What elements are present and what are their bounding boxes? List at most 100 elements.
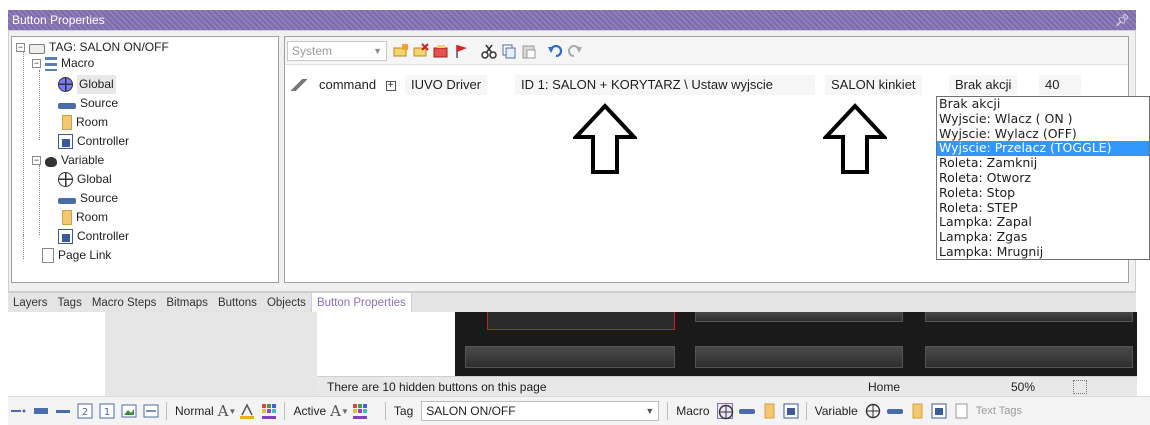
dropdown-option[interactable]: Roleta: Zamknij [937, 155, 1149, 171]
chevron-down-icon[interactable]: ▼ [229, 407, 237, 416]
paste-icon[interactable] [521, 43, 537, 59]
dropdown-option[interactable]: Wyjscie: Wylacz (OFF) [937, 126, 1149, 142]
tree-item-label: Source [80, 96, 119, 110]
source-icon[interactable] [738, 403, 755, 419]
add-step-icon[interactable] [393, 43, 409, 59]
font-a-icon[interactable]: A [330, 402, 341, 420]
toolbar-separator [805, 402, 807, 420]
tab-objects[interactable]: Objects [262, 293, 311, 313]
tab-layers[interactable]: Layers [8, 293, 53, 313]
line-style-icon[interactable] [11, 403, 27, 419]
editor-toolbar: System ▼ [285, 37, 1128, 65]
action-dropdown-list[interactable]: Brak akcji Wyjscie: Wlacz ( ON ) Wyjscie: … [936, 96, 1150, 260]
collapse-icon[interactable]: − [16, 43, 25, 52]
tree-item-macro[interactable]: − Macro [32, 54, 94, 73]
tree-item-macro-controller[interactable]: Controller [58, 132, 129, 151]
command-id-cell[interactable]: ID 1: SALON + KORYTARZ \ Ustaw wyjscie [515, 75, 815, 95]
value-cell[interactable]: 40 [1039, 75, 1081, 95]
system-combo[interactable]: System ▼ [287, 41, 387, 61]
button-size-icon[interactable] [33, 403, 49, 419]
zoom-level[interactable]: 50% [1011, 377, 1035, 397]
tag-combo[interactable]: SALON ON/OFF ▼ [421, 401, 660, 421]
expand-icon[interactable]: + [385, 80, 396, 91]
driver-cell[interactable]: IUVO Driver [405, 75, 488, 95]
collapse-icon[interactable]: − [32, 59, 41, 68]
flag-icon[interactable] [453, 43, 469, 59]
globe-icon[interactable] [716, 403, 733, 420]
tree-item-variable[interactable]: − Variable [32, 151, 104, 170]
num-2-icon[interactable]: 2 [77, 403, 93, 419]
image-icon[interactable] [121, 403, 137, 419]
collapse-icon[interactable]: − [32, 156, 41, 165]
dropdown-option[interactable]: Lampka: Zapal [937, 215, 1149, 230]
dropdown-option[interactable]: Lampka: Zgas [937, 229, 1149, 245]
text-tags-label[interactable]: Text Tags [976, 405, 1022, 417]
globe-icon [58, 77, 73, 92]
grid-icon[interactable] [1073, 380, 1087, 394]
tab-buttons[interactable]: Buttons [213, 293, 262, 313]
current-page: Home [868, 380, 901, 394]
tree-item-macro-global[interactable]: Global [58, 75, 116, 94]
variable-icon [45, 157, 57, 167]
normal-state-label: Normal [175, 404, 214, 418]
tag-icon [29, 44, 45, 54]
action-cell[interactable]: Brak akcji [949, 75, 1018, 95]
pin-icon[interactable]: 📌︎ [1115, 10, 1130, 30]
num-1-icon[interactable]: 1 [99, 403, 115, 419]
button-tile[interactable] [925, 346, 1133, 368]
tab-bitmaps[interactable]: Bitmaps [161, 293, 213, 313]
command-label[interactable]: command + [313, 75, 402, 95]
room-icon[interactable] [761, 403, 777, 419]
redo-icon[interactable] [567, 43, 583, 59]
stretch-icon[interactable] [143, 403, 159, 419]
text-color-icon[interactable] [239, 403, 255, 419]
chevron-down-icon[interactable]: ▼ [341, 407, 349, 416]
button-tile[interactable] [695, 346, 903, 368]
delete-all-icon[interactable] [433, 43, 449, 59]
tab-button-properties[interactable]: Button Properties [310, 292, 412, 313]
source-icon[interactable] [886, 403, 903, 419]
fill-color-icon[interactable] [352, 403, 368, 419]
target-cell[interactable]: SALON kinkiet [825, 75, 922, 95]
room-icon[interactable] [909, 403, 925, 419]
dropdown-option[interactable]: Brak akcji [937, 96, 1149, 112]
cut-icon[interactable] [481, 43, 497, 59]
page-icon [42, 248, 54, 263]
dropdown-option[interactable]: Wyjscie: Wlacz ( ON ) [937, 111, 1149, 127]
tree-item-variable-controller[interactable]: Controller [58, 227, 129, 246]
dropdown-option[interactable]: Roleta: Otworz [937, 170, 1149, 186]
undo-icon[interactable] [547, 43, 563, 59]
font-a-icon[interactable]: A [218, 402, 229, 420]
button-tile[interactable] [465, 346, 675, 368]
tag-tree: − TAG: SALON ON/OFF − Macro Global Sourc… [11, 36, 279, 283]
controller-icon[interactable] [931, 403, 947, 419]
tree-item-variable-global[interactable]: Global [58, 170, 112, 189]
chevron-down-icon: ▼ [645, 406, 655, 416]
thin-line-icon[interactable] [55, 403, 71, 419]
tab-tags[interactable]: Tags [53, 293, 87, 313]
dropdown-option[interactable]: Roleta: Stop [937, 185, 1149, 201]
dropdown-option[interactable]: Lampka: Mrugnij [937, 244, 1149, 260]
tree-item-variable-room[interactable]: Room [62, 208, 108, 227]
tab-macro-steps[interactable]: Macro Steps [87, 293, 162, 313]
tree-item-macro-room[interactable]: Room [62, 113, 108, 132]
tree-item-macro-source[interactable]: Source [58, 94, 118, 113]
button-tile[interactable] [925, 312, 1133, 322]
fill-color-icon[interactable] [261, 403, 277, 419]
controller-icon[interactable] [783, 403, 799, 419]
page-canvas[interactable] [455, 312, 1137, 376]
tree-item-label: Room [76, 210, 109, 224]
tree-item-page-link[interactable]: Page Link [42, 246, 111, 265]
copy-icon[interactable] [501, 43, 517, 59]
button-tile[interactable] [695, 312, 903, 322]
tree-item-label: Controller [77, 134, 130, 148]
selected-button-tile[interactable] [487, 312, 675, 330]
globe-icon[interactable] [865, 403, 881, 419]
tree-item-label: Global [77, 172, 112, 186]
dropdown-option[interactable]: Wyjscie: Przelacz (TOGGLE) [937, 141, 1149, 157]
page-icon[interactable] [953, 403, 969, 419]
canvas-gray-area [105, 312, 317, 396]
tree-item-variable-source[interactable]: Source [58, 189, 118, 208]
dropdown-option[interactable]: Roleta: STEP [937, 200, 1149, 216]
delete-step-icon[interactable] [413, 43, 429, 59]
